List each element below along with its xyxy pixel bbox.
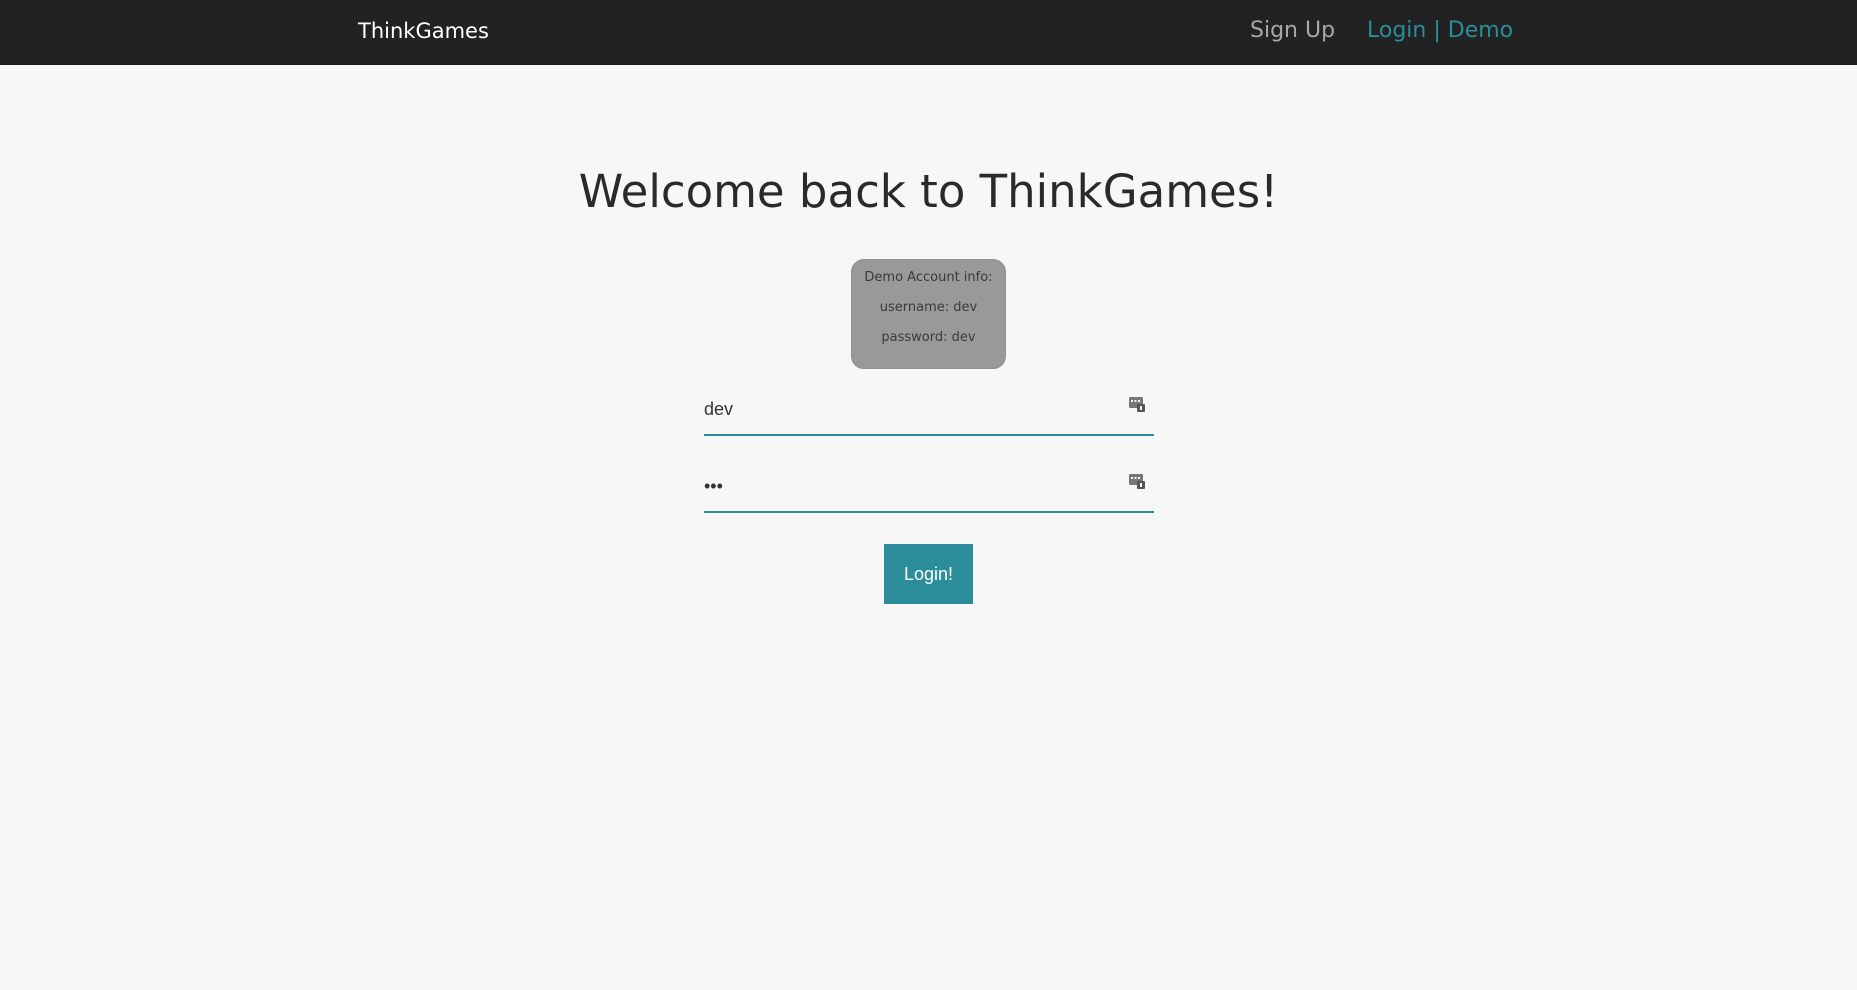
navbar: ThinkGames Sign Up Login | Demo xyxy=(0,0,1857,65)
password-manager-icon[interactable] xyxy=(1128,395,1146,413)
demo-info-password: password: dev xyxy=(881,330,976,345)
page-title: Welcome back to ThinkGames! xyxy=(578,165,1279,218)
brand-link[interactable]: ThinkGames xyxy=(358,0,489,62)
demo-account-info-box: Demo Account info: username: dev passwor… xyxy=(851,259,1006,369)
password-field-wrapper xyxy=(704,461,1154,513)
demo-info-heading: Demo Account info: xyxy=(864,270,993,285)
password-input[interactable] xyxy=(704,461,1104,511)
login-button[interactable]: Login! xyxy=(884,544,973,604)
username-input[interactable] xyxy=(704,384,1104,434)
signup-link[interactable]: Sign Up xyxy=(1250,0,1335,62)
username-field-wrapper xyxy=(704,384,1154,436)
password-manager-icon[interactable] xyxy=(1128,472,1146,490)
login-demo-link[interactable]: Login | Demo xyxy=(1367,0,1513,62)
demo-info-username: username: dev xyxy=(879,300,978,315)
